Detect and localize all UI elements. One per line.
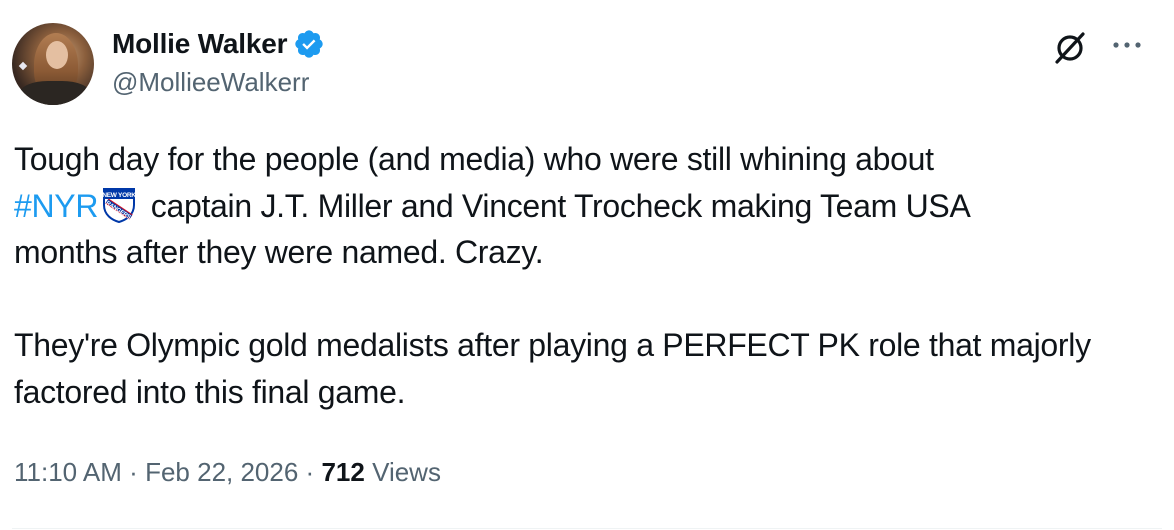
tweet-metadata: 11:10 AM · Feb 22, 2026 · 712 Views [14, 457, 441, 488]
tweet-paragraph-2: They're Olympic gold medalists after pla… [14, 327, 1091, 410]
svg-text:NEW YORK: NEW YORK [103, 192, 137, 199]
avatar[interactable] [12, 23, 94, 105]
author-handle[interactable]: @MollieeWalkerr [112, 67, 309, 98]
tweet-time[interactable]: 11:10 AM [14, 457, 122, 487]
views-count[interactable]: 712 [321, 457, 364, 487]
meta-separator: · [129, 457, 138, 487]
author-display-name[interactable]: Mollie Walker [112, 28, 288, 60]
tweet-paragraph-1: Tough day for the people (and media) who… [14, 136, 1144, 276]
tweet-line-1: Tough day for the people (and media) who… [14, 141, 934, 177]
divider [12, 528, 1162, 529]
tweet-card: Mollie Walker @MollieeWalkerr Tough day … [0, 0, 1174, 530]
meta-separator: · [305, 457, 315, 487]
new-york-rangers-logo-icon: NEW YORK RANGERS [103, 187, 137, 223]
avatar-face [46, 41, 68, 69]
author-name-row: Mollie Walker [112, 27, 325, 61]
grok-icon[interactable] [1050, 28, 1090, 68]
more-options-icon[interactable] [1110, 35, 1144, 55]
avatar-glint [18, 61, 28, 71]
tweet-line-2: captain J.T. Miller and Vincent Trocheck… [150, 187, 971, 224]
verified-badge-icon[interactable] [293, 28, 325, 60]
tweet-date[interactable]: Feb 22, 2026 [145, 457, 298, 487]
tweet-text: Tough day for the people (and media) who… [14, 136, 1144, 415]
avatar-shoulder [20, 81, 90, 105]
tweet-line-3: months after they were named. Crazy. [14, 234, 544, 270]
hashtag-link[interactable]: #NYR [14, 188, 98, 224]
views-label: Views [372, 457, 441, 487]
